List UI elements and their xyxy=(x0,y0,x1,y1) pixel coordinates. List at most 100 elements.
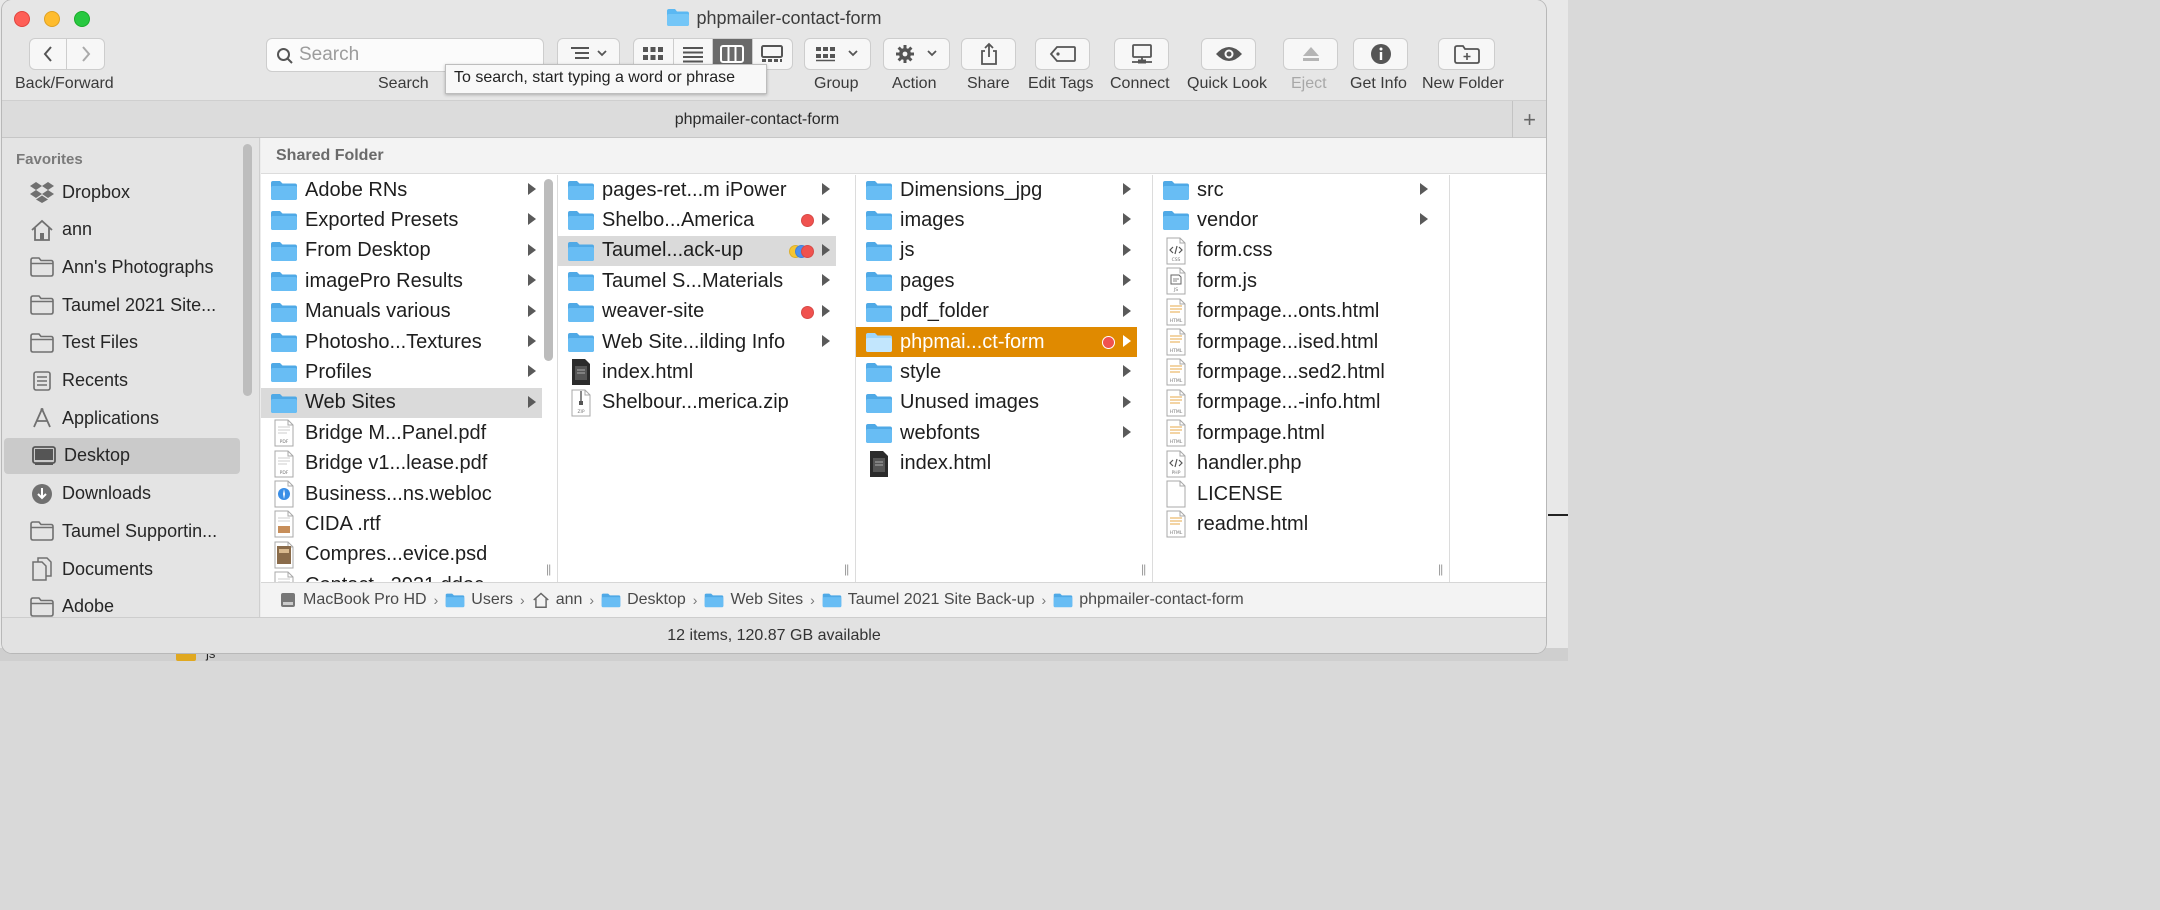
sidebar-item[interactable]: Recents xyxy=(2,363,238,399)
file-row[interactable]: HTML formpage...-info.html xyxy=(1153,388,1434,418)
folder-row[interactable]: Taumel S...Materials xyxy=(558,266,836,296)
share-button[interactable] xyxy=(961,38,1016,70)
folder-row[interactable]: pages xyxy=(856,266,1137,296)
column-resize-handle[interactable]: || xyxy=(844,562,849,576)
file-row[interactable]: Compres...evice.psd xyxy=(261,540,542,570)
file-row[interactable]: CIDA .rtf xyxy=(261,509,542,539)
path-segment[interactable]: Web Sites xyxy=(704,591,803,609)
search-input[interactable] xyxy=(299,44,529,66)
file-row[interactable]: index.html xyxy=(558,357,836,387)
item-name: src xyxy=(1197,178,1224,201)
file-row[interactable]: HTML formpage...onts.html xyxy=(1153,297,1434,327)
rtf-file-icon xyxy=(269,510,299,538)
file-row[interactable]: PHP handler.php xyxy=(1153,449,1434,479)
folder-row[interactable]: pages-ret...m iPower xyxy=(558,175,836,205)
folder-row[interactable]: src xyxy=(1153,175,1434,205)
folder-row[interactable]: weaver-site xyxy=(558,297,836,327)
folder-row[interactable]: Taumel...ack-up xyxy=(558,235,836,266)
folder-row[interactable]: Web Site...ilding Info xyxy=(558,327,836,357)
sidebar-item[interactable]: Taumel Supportin... xyxy=(2,513,238,549)
sidebar-item[interactable]: Adobe xyxy=(2,589,238,618)
path-segment[interactable]: Users xyxy=(445,591,513,609)
file-row[interactable]: LICENSE xyxy=(1153,479,1434,509)
path-segment[interactable]: Taumel 2021 Site Back-up xyxy=(822,591,1035,609)
folder-row[interactable]: webfonts xyxy=(856,418,1137,448)
folder-row[interactable]: vendor xyxy=(1153,205,1434,235)
folder-row[interactable]: Exported Presets xyxy=(261,205,542,235)
item-name: Manuals various xyxy=(305,300,451,323)
new-tab-button[interactable]: + xyxy=(1512,101,1546,138)
gear-icon xyxy=(895,45,937,63)
tab-title[interactable]: phpmailer-contact-form xyxy=(2,111,1512,129)
file-row[interactable]: HTML formpage...sed2.html xyxy=(1153,357,1434,387)
sidebar-item[interactable]: Applications xyxy=(2,400,238,436)
html-file-icon: HTML xyxy=(1161,389,1191,417)
sidebar-item[interactable]: ann xyxy=(2,212,238,248)
back-button[interactable] xyxy=(30,39,68,69)
file-row[interactable]: index.html xyxy=(856,449,1137,479)
column-resize-handle[interactable]: || xyxy=(1438,562,1443,576)
sidebar-scrollbar[interactable] xyxy=(243,144,252,396)
sidebar-item[interactable]: Taumel 2021 Site... xyxy=(2,287,238,323)
sidebar-item[interactable]: Test Files xyxy=(2,325,238,361)
path-separator-icon: › xyxy=(692,592,698,608)
folder-row[interactable]: phpmai...ct-form xyxy=(856,327,1137,357)
folder-row[interactable]: From Desktop xyxy=(261,236,542,266)
connect-button[interactable] xyxy=(1114,38,1169,70)
path-segment[interactable]: MacBook Pro HD xyxy=(279,591,427,609)
folder-row[interactable]: Manuals various xyxy=(261,297,542,327)
path-segment[interactable]: phpmailer-contact-form xyxy=(1053,591,1244,609)
column-resize-handle[interactable]: || xyxy=(546,562,551,576)
file-row[interactable]: JS form.js xyxy=(1153,266,1434,296)
sidebar-item[interactable]: Dropbox xyxy=(2,174,238,210)
file-row[interactable]: ZIP Shelbour...merica.zip xyxy=(558,388,836,418)
forward-button[interactable] xyxy=(67,39,104,69)
item-name: form.css xyxy=(1197,239,1273,262)
group-button[interactable] xyxy=(804,38,871,70)
path-segment-label: Taumel 2021 Site Back-up xyxy=(847,591,1035,608)
sidebar-item[interactable]: Downloads xyxy=(2,476,238,512)
column-scrollbar[interactable] xyxy=(544,179,553,361)
file-row[interactable]: PDF Bridge M...Panel.pdf xyxy=(261,418,542,448)
svg-text:HTML: HTML xyxy=(1170,378,1183,384)
sidebar-item[interactable]: Documents xyxy=(2,551,238,587)
edit-tags-label: Edit Tags xyxy=(1028,75,1094,92)
eject-button[interactable] xyxy=(1283,38,1338,70)
file-row[interactable]: CSS form.css xyxy=(1153,236,1434,266)
get-info-button[interactable] xyxy=(1353,38,1408,70)
item-name: Business...ns.webloc xyxy=(305,482,492,505)
path-segment[interactable]: Desktop xyxy=(601,591,686,609)
folder-row[interactable]: js xyxy=(856,236,1137,266)
svg-text:PDF: PDF xyxy=(280,470,289,476)
item-name: formpage...sed2.html xyxy=(1197,360,1385,383)
folder-row[interactable]: Unused images xyxy=(856,388,1137,418)
disclosure-arrow-icon xyxy=(1123,274,1131,287)
file-row[interactable]: HTML formpage.html xyxy=(1153,418,1434,448)
new-folder-button[interactable] xyxy=(1438,38,1495,70)
folder-row[interactable]: pdf_folder xyxy=(856,297,1137,327)
edit-tags-button[interactable] xyxy=(1035,38,1090,70)
file-row[interactable]: PDF Bridge v1...lease.pdf xyxy=(261,449,542,479)
folder-row[interactable]: Adobe RNs xyxy=(261,175,542,205)
folder-row[interactable]: Web Sites xyxy=(261,387,542,418)
sidebar-item[interactable]: Ann's Photographs xyxy=(2,249,238,285)
folder-row[interactable]: images xyxy=(856,205,1137,235)
item-name: index.html xyxy=(900,452,992,475)
file-row[interactable]: HTML readme.html xyxy=(1153,509,1434,539)
path-segment[interactable]: ann xyxy=(532,591,582,609)
file-row[interactable]: Contact...2021.ddoc xyxy=(261,570,542,582)
folder-row[interactable]: Profiles xyxy=(261,357,542,387)
quick-look-button[interactable] xyxy=(1201,38,1256,70)
file-row[interactable]: HTML formpage...ised.html xyxy=(1153,327,1434,357)
tab-bar: phpmailer-contact-form + xyxy=(2,101,1546,138)
folder-row[interactable]: Shelbo...America xyxy=(558,205,836,235)
folder-row[interactable]: imagePro Results xyxy=(261,266,542,296)
folder-row[interactable]: style xyxy=(856,357,1137,387)
folder-row[interactable]: Photosho...Textures xyxy=(261,327,542,357)
action-button[interactable] xyxy=(883,38,950,70)
sidebar-item-label: Documents xyxy=(62,558,154,579)
sidebar-item[interactable]: Desktop xyxy=(4,437,240,474)
folder-row[interactable]: Dimensions_jpg xyxy=(856,175,1137,205)
column-resize-handle[interactable]: || xyxy=(1141,562,1146,576)
file-row[interactable]: Business...ns.webloc xyxy=(261,479,542,509)
